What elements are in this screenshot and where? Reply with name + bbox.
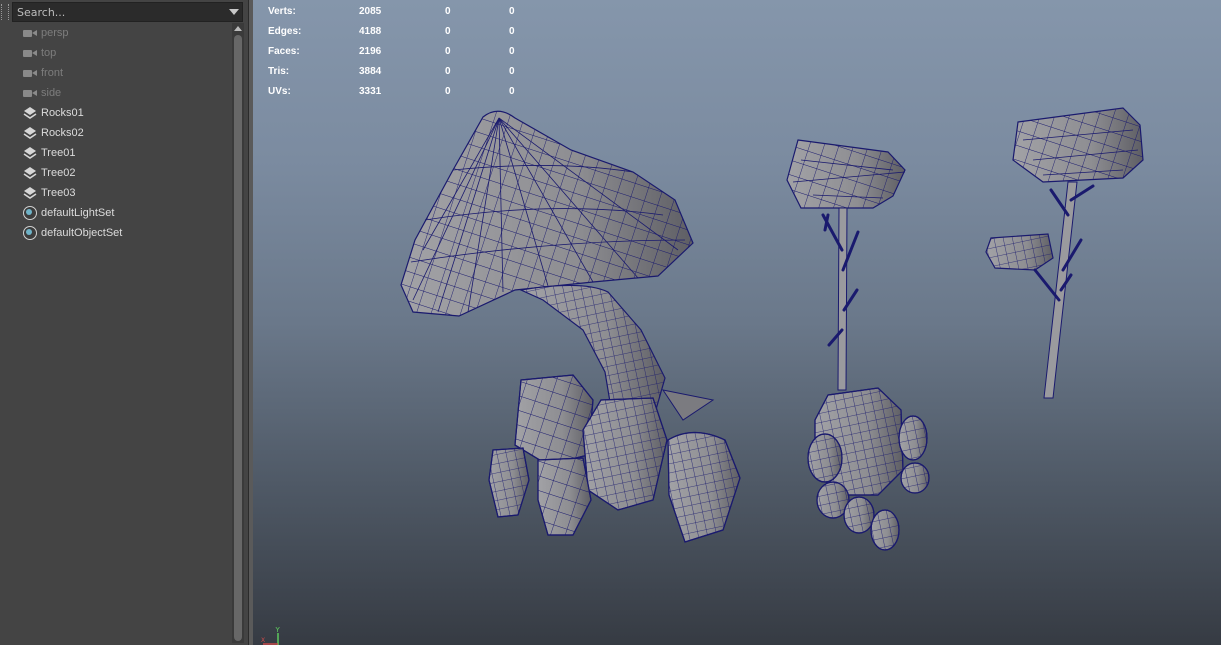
hud-value: 0: [509, 65, 515, 77]
hud-value: 0: [445, 85, 451, 97]
poly-count-hud: Verts: 2085 0 0 Edges: 4188 0 0 Faces: 2…: [268, 1, 515, 101]
transform-group-icon: [22, 146, 38, 160]
outliner-item-tree01[interactable]: Tree01: [0, 143, 230, 163]
hud-label: Faces:: [268, 45, 300, 57]
outliner-item-label: persp: [41, 27, 69, 39]
hud-row-tris: Tris: 3884 0 0: [268, 61, 515, 81]
hud-value: 0: [509, 45, 515, 57]
object-set-icon: [22, 226, 38, 240]
outliner-item-front[interactable]: front: [0, 63, 230, 83]
outliner-panel: persp top front side Rocks01 Rocks02: [0, 0, 249, 645]
search-input[interactable]: [13, 3, 226, 21]
outliner-search: [12, 2, 243, 22]
hud-value: 0: [509, 5, 515, 17]
hud-value: 0: [445, 65, 451, 77]
3d-viewport[interactable]: Verts: 2085 0 0 Edges: 4188 0 0 Faces: 2…: [253, 0, 1221, 645]
scroll-up-arrow-icon[interactable]: [234, 26, 242, 31]
axis-x-label: X: [261, 637, 265, 644]
outliner-item-label: side: [41, 87, 62, 99]
hud-row-uvs: UVs: 3331 0 0: [268, 81, 515, 101]
outliner-item-label: Tree02: [41, 167, 76, 179]
outliner-item-label: front: [41, 67, 64, 79]
transform-group-icon: [22, 166, 38, 180]
hud-value: 4188: [359, 25, 382, 37]
hud-value: 0: [445, 45, 451, 57]
hud-value: 0: [509, 25, 515, 37]
hud-label: Verts:: [268, 5, 296, 17]
hud-value: 3331: [359, 85, 382, 97]
outliner-scrollbar[interactable]: [232, 23, 244, 643]
outliner-item-label: defaultObjectSet: [41, 227, 123, 239]
hud-value: 2085: [359, 5, 382, 17]
outliner-item-label: defaultLightSet: [41, 207, 115, 219]
outliner-item-label: Tree01: [41, 147, 76, 159]
hud-value: 0: [445, 25, 451, 37]
tree03-mesh[interactable]: [985, 107, 1144, 399]
outliner-item-top[interactable]: top: [0, 43, 230, 63]
tree02-mesh[interactable]: [786, 139, 930, 551]
outliner-item-label: Rocks02: [41, 127, 84, 139]
hud-row-edges: Edges: 4188 0 0: [268, 21, 515, 41]
outliner-item-label: top: [41, 47, 57, 59]
camera-icon: [22, 66, 38, 80]
transform-group-icon: [22, 106, 38, 120]
hud-row-faces: Faces: 2196 0 0: [268, 41, 515, 61]
outliner-item-defaultlightset[interactable]: defaultLightSet: [0, 203, 230, 223]
camera-icon: [22, 26, 38, 40]
hud-value: 2196: [359, 45, 382, 57]
outliner-list: persp top front side Rocks01 Rocks02 Tre…: [0, 23, 230, 243]
hud-label: UVs:: [268, 85, 291, 97]
camera-icon: [22, 46, 38, 60]
hud-value: 3884: [359, 65, 382, 77]
camera-icon: [22, 86, 38, 100]
outliner-item-tree02[interactable]: Tree02: [0, 163, 230, 183]
panel-grip-handle[interactable]: [1, 4, 9, 20]
axis-y-label: Y: [275, 626, 281, 634]
transform-group-icon: [22, 186, 38, 200]
scrollbar-thumb[interactable]: [234, 35, 242, 641]
light-set-icon: [22, 206, 38, 220]
outliner-item-tree03[interactable]: Tree03: [0, 183, 230, 203]
search-options-dropdown-icon[interactable]: [226, 3, 242, 21]
outliner-item-rocks02[interactable]: Rocks02: [0, 123, 230, 143]
hud-label: Tris:: [268, 65, 290, 77]
axis-gizmo-icon: Y X: [261, 626, 281, 645]
hud-label: Edges:: [268, 25, 302, 37]
transform-group-icon: [22, 126, 38, 140]
hud-value: 0: [445, 5, 451, 17]
hud-row-verts: Verts: 2085 0 0: [268, 1, 515, 21]
outliner-item-persp[interactable]: persp: [0, 23, 230, 43]
outliner-item-defaultobjectset[interactable]: defaultObjectSet: [0, 223, 230, 243]
outliner-item-label: Tree03: [41, 187, 76, 199]
outliner-item-side[interactable]: side: [0, 83, 230, 103]
mushroom-tree-mesh[interactable]: [400, 110, 741, 543]
hud-value: 0: [509, 85, 515, 97]
outliner-item-label: Rocks01: [41, 107, 84, 119]
outliner-item-rocks01[interactable]: Rocks01: [0, 103, 230, 123]
